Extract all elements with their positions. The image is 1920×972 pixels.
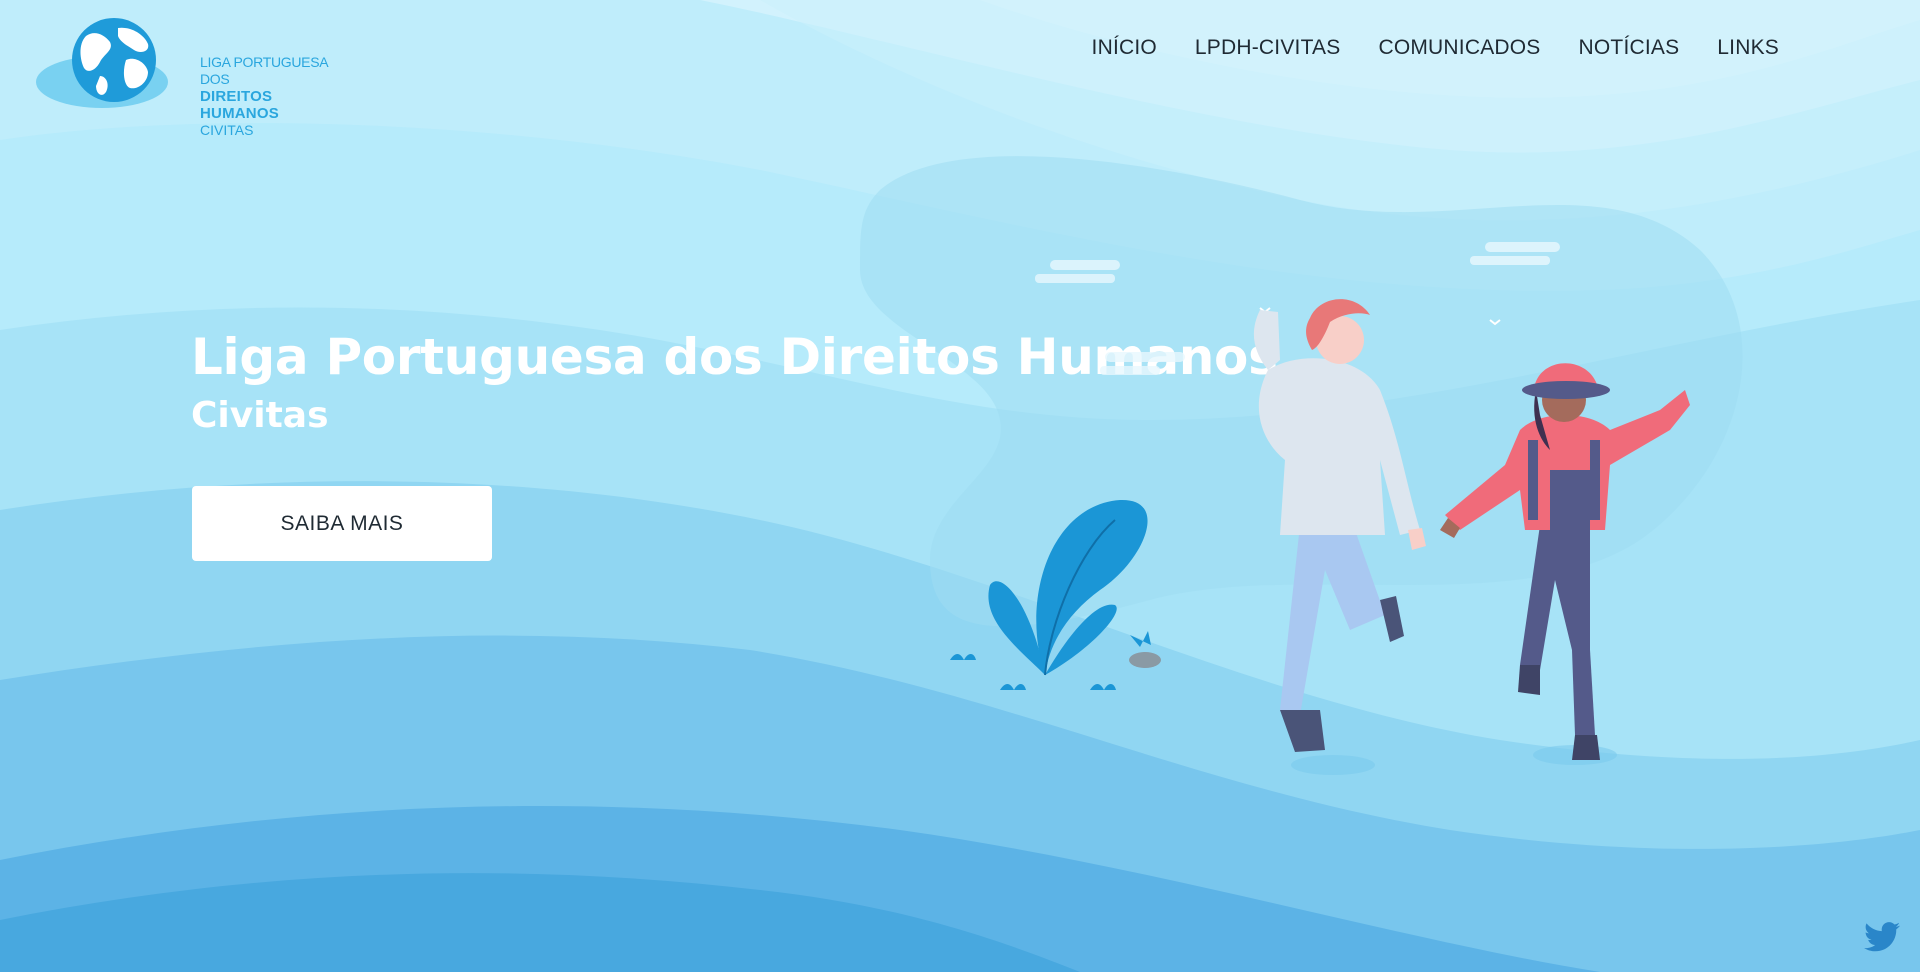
main-nav: INÍCIO LPDH-CIVITAS COMUNICADOS NOTÍCIAS… [1073,34,1798,62]
hero-subtitle: Civitas [191,395,329,436]
woman-figure [1440,363,1690,760]
logo-line-3: CIVITAS [200,122,254,138]
nav-item-lpdh-civitas[interactable]: LPDH-CIVITAS [1176,34,1360,62]
twitter-icon[interactable] [1864,922,1900,952]
nav-item-links[interactable]: LINKS [1698,34,1798,62]
man-figure [1253,299,1426,752]
saiba-mais-button[interactable]: SAIBA MAIS [192,486,492,561]
globe-icon [36,18,168,108]
plant-icon [950,499,1161,690]
logo-line-1: LIGA PORTUGUESA DOS [200,54,328,87]
hero-illustration [950,242,1690,775]
nav-item-comunicados[interactable]: COMUNICADOS [1359,34,1559,62]
site-logo[interactable]: LIGA PORTUGUESA DOS DIREITOS HUMANOS CIV… [34,16,334,138]
nav-item-noticias[interactable]: NOTÍCIAS [1560,34,1699,62]
logo-line-2: DIREITOS HUMANOS [200,88,279,122]
nav-item-inicio[interactable]: INÍCIO [1073,34,1176,62]
